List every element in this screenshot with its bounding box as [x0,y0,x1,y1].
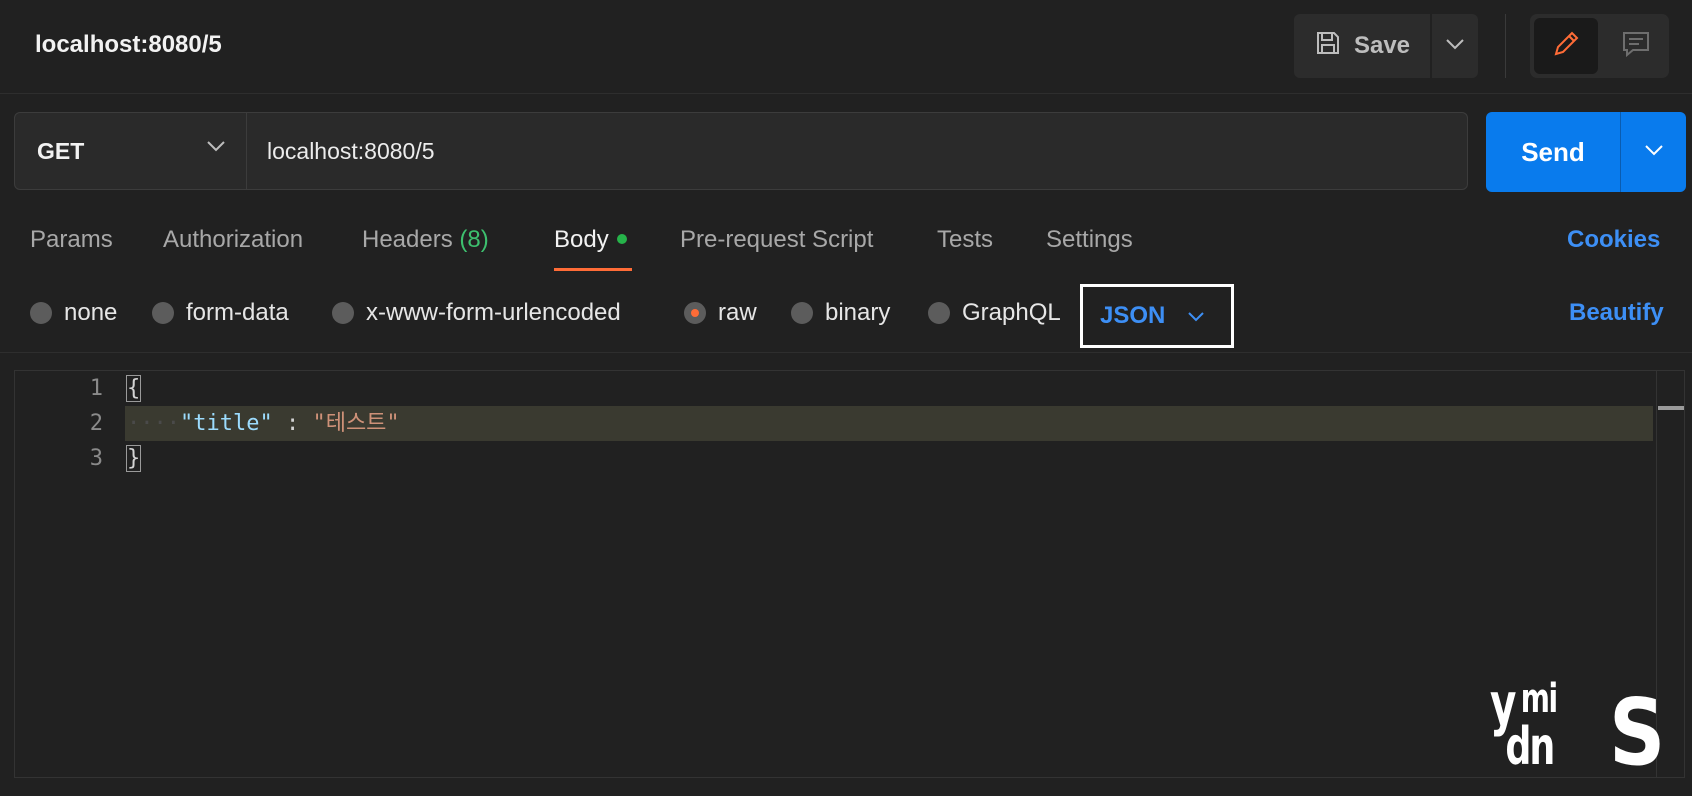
watermark-logo: y mi dn S [1490,671,1665,787]
line-number: 3 [89,446,103,471]
pencil-icon [1551,29,1581,64]
tab-params[interactable]: Params [30,226,113,254]
code-text: } [125,441,142,476]
body-editor[interactable]: 1 { 2 ····"title" : "테스트" 3 } [14,370,1685,778]
body-indicator-dot [616,233,627,244]
tab-settings[interactable]: Settings [1046,226,1133,254]
chevron-down-icon [1187,309,1205,327]
editor-line: 1 { [15,371,1655,406]
svg-text:dn: dn [1505,715,1553,768]
json-value: "테스트" [312,411,400,436]
url-input[interactable] [247,113,1457,189]
tab-headers[interactable]: Headers (8) [362,226,489,254]
active-tab-underline [554,268,632,271]
cookies-link[interactable]: Cookies [1567,226,1660,254]
chevron-down-icon [1445,37,1465,55]
method-select[interactable]: GET [15,113,247,189]
chevron-down-icon [206,139,226,157]
radio-raw[interactable]: raw [684,299,757,327]
request-header: localhost:8080/5 Save [0,0,1692,94]
radio-graphql[interactable]: GraphQL [928,299,1061,327]
radio-binary[interactable]: binary [791,299,890,327]
json-separator: : [272,411,313,436]
tab-authorization[interactable]: Authorization [163,226,303,254]
edit-mode-button[interactable] [1534,18,1598,74]
comment-icon [1621,29,1651,64]
radio-x-www-form-urlencoded[interactable]: x-www-form-urlencoded [332,299,621,327]
line-number: 2 [89,411,103,436]
body-type-options: none form-data x-www-form-urlencoded raw… [0,284,1692,353]
save-group: Save [1294,14,1478,78]
save-button[interactable]: Save [1294,14,1430,78]
radio-label: x-www-form-urlencoded [366,299,621,326]
tab-pre-request-script[interactable]: Pre-request Script [680,226,873,254]
save-label: Save [1353,32,1411,59]
code-text: { [125,371,142,406]
format-select[interactable]: JSON [1080,284,1234,348]
save-options-button[interactable] [1432,14,1478,78]
tab-label: Params [30,226,113,253]
tab-tests[interactable]: Tests [937,226,993,254]
send-options-button[interactable] [1621,112,1686,192]
send-group: Send [1486,112,1686,192]
radio-circle [152,302,174,324]
indent-dots: ···· [127,411,180,436]
radio-label: raw [718,299,757,326]
request-title[interactable]: localhost:8080/5 [35,31,222,59]
format-label: JSON [1100,302,1166,329]
code-text: ····"title" : "테스트" [127,406,400,441]
request-tabs: Params Authorization Headers (8) Body Pr… [0,218,1692,274]
tab-body[interactable]: Body [554,226,627,254]
beautify-link[interactable]: Beautify [1569,299,1664,327]
brace-close: } [125,445,142,472]
tab-label: Pre-request Script [680,226,874,253]
radio-label: form-data [186,299,289,326]
editor-line: 2 ····"title" : "테스트" [15,406,1655,441]
mode-toggle [1530,14,1669,78]
tab-label: Authorization [163,226,304,253]
radio-circle [791,302,813,324]
svg-text:S: S [1609,680,1660,768]
radio-label: GraphQL [962,299,1061,326]
tab-label: Settings [1046,226,1133,253]
send-button[interactable]: Send [1486,112,1620,192]
brace-open: { [125,375,142,402]
radio-none[interactable]: none [30,299,117,327]
radio-circle-selected [684,302,706,324]
tab-label: Headers [362,226,453,253]
tab-label: Body [554,226,609,253]
radio-form-data[interactable]: form-data [152,299,289,327]
editor-line: 3 } [15,441,1655,476]
line-number: 1 [89,376,103,401]
json-key: "title" [179,411,273,436]
comment-mode-button[interactable] [1606,18,1666,74]
radio-label: none [64,299,118,326]
scrollbar-marker [1658,406,1684,410]
save-icon [1314,29,1342,64]
radio-circle [928,302,950,324]
method-label: GET [37,137,85,164]
url-bar: GET [14,112,1468,190]
radio-circle [332,302,354,324]
tab-label: Tests [937,226,994,253]
radio-circle [30,302,52,324]
chevron-down-icon [1644,143,1664,161]
radio-label: binary [825,299,891,326]
toolbar-divider [1505,14,1506,78]
headers-count: (8) [459,226,489,253]
